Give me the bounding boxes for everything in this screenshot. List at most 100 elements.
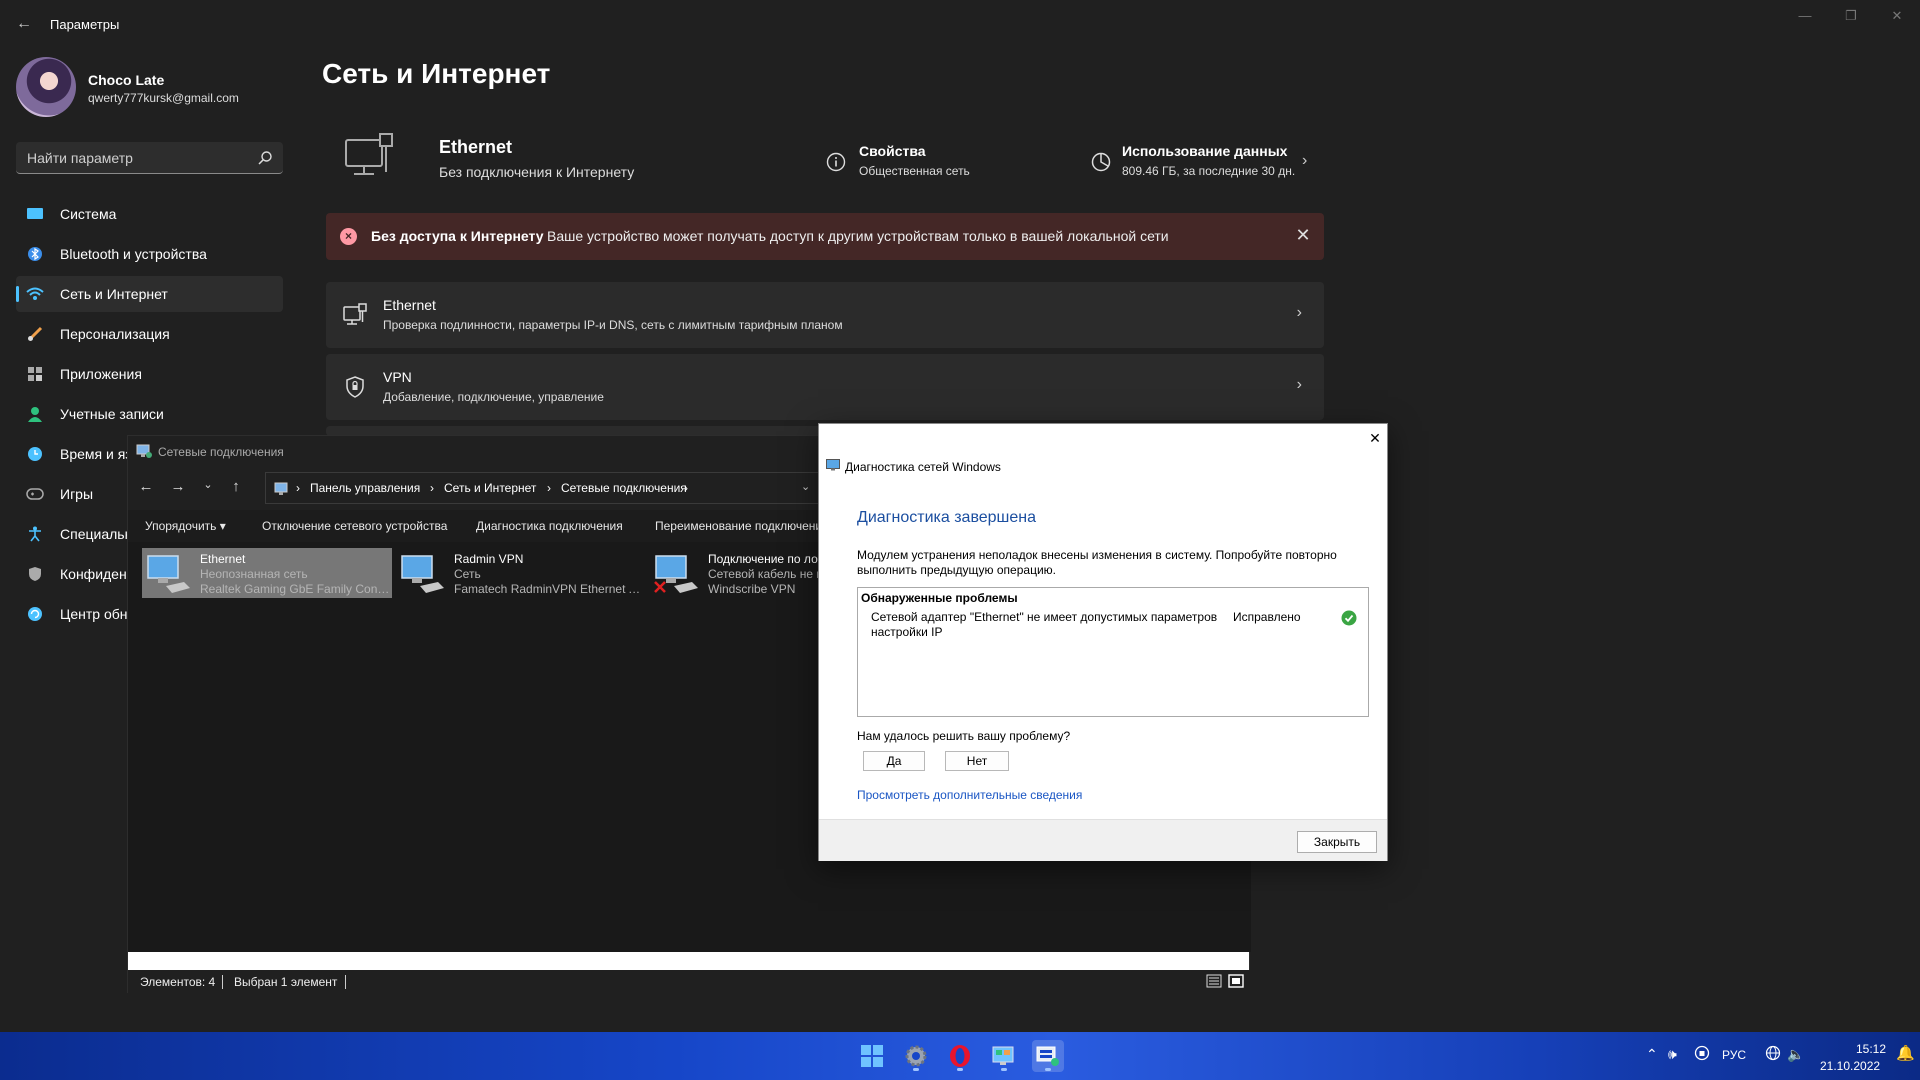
- banner-text: Ваше устройство может получать доступ к …: [547, 228, 1169, 244]
- card-title: VPN: [383, 369, 412, 385]
- speaker-icon[interactable]: 🕪: [1668, 1046, 1677, 1063]
- no-button[interactable]: Нет: [945, 751, 1009, 771]
- ethernet-status: Без подключения к Интернету: [439, 164, 635, 180]
- minimize-button[interactable]: —: [1790, 8, 1820, 28]
- vpn-tray-icon[interactable]: [1694, 1045, 1710, 1061]
- clock-time[interactable]: 15:12: [1856, 1042, 1886, 1056]
- no-internet-banner: × Без доступа к Интернету Ваше устройств…: [326, 213, 1324, 260]
- chevron-right-icon: ›: [1296, 304, 1302, 321]
- status-divider: [345, 975, 346, 989]
- forward-arrow-icon[interactable]: →: [168, 478, 188, 498]
- network-connections-icon[interactable]: [1032, 1040, 1064, 1072]
- connection-status: Неопознанная сеть: [200, 567, 308, 581]
- vpn-settings-card[interactable]: VPN Добавление, подключение, управление …: [326, 354, 1324, 420]
- data-usage-icon[interactable]: [1090, 151, 1112, 173]
- running-indicator: [1045, 1068, 1051, 1071]
- card-subtitle: Проверка подлинности, параметры IP-и DNS…: [383, 318, 843, 332]
- bluetooth-icon: [26, 245, 44, 263]
- notification-bell-icon[interactable]: 🔔: [1896, 1044, 1915, 1062]
- connection-name: Подключение по ло: [708, 552, 818, 566]
- address-bar[interactable]: › Панель управления › Сеть и Интернет › …: [265, 472, 825, 504]
- close-icon[interactable]: ✕: [1292, 225, 1314, 247]
- windows-start-icon[interactable]: [856, 1040, 888, 1072]
- sidebar-item-network[interactable]: Сеть и Интернет: [16, 276, 283, 312]
- details-view-icon[interactable]: [1206, 974, 1222, 988]
- sidebar-item-label: Сеть и Интернет: [60, 286, 168, 302]
- connection-item-ethernet[interactable]: Ethernet Неопознанная сеть Realtek Gamin…: [142, 548, 392, 598]
- explorer-title: Сетевые подключения: [158, 445, 284, 459]
- close-window-button[interactable]: ✕: [1882, 8, 1912, 28]
- page-title: Сеть и Интернет: [322, 58, 551, 89]
- yes-button[interactable]: Да: [863, 751, 925, 771]
- network-adapter-icon: [400, 552, 446, 596]
- sidebar-item-bluetooth[interactable]: Bluetooth и устройства: [16, 236, 283, 272]
- connection-name: Ethernet: [200, 552, 246, 566]
- chevron-down-icon[interactable]: ⌄: [801, 480, 810, 493]
- apps-icon: [26, 365, 44, 383]
- maximize-button[interactable]: ❐: [1836, 8, 1866, 28]
- clock-date[interactable]: 21.10.2022: [1820, 1059, 1880, 1073]
- connection-item-radmin-vpn[interactable]: Radmin VPN Сеть Famatech RadminVPN Ether…: [396, 548, 646, 598]
- volume-icon[interactable]: 🔈: [1787, 1046, 1804, 1063]
- recent-dropdown-icon[interactable]: ⌄: [198, 478, 218, 498]
- user-name: Choco Late: [88, 72, 165, 88]
- breadcrumb-separator: ›: [296, 481, 300, 495]
- dialog-description: Модулем устранения неполадок внесены изм…: [857, 548, 1337, 577]
- control-panel-icon[interactable]: [988, 1040, 1020, 1072]
- ethernet-monitor-icon: [344, 132, 396, 182]
- network-connections-icon: [136, 444, 152, 458]
- shield-icon: [26, 565, 44, 583]
- disable-device-button[interactable]: Отключение сетевого устройства: [262, 519, 447, 533]
- organize-label: Упорядочить: [145, 519, 217, 533]
- close-button[interactable]: Закрыть: [1297, 831, 1377, 853]
- items-count: Элементов: 4: [140, 975, 216, 989]
- settings-gear-icon[interactable]: [900, 1040, 932, 1072]
- breadcrumb-separator: ›: [684, 481, 688, 495]
- chevron-right-icon: ›: [1296, 376, 1302, 393]
- gamepad-icon: [26, 485, 44, 503]
- running-indicator: [913, 1068, 919, 1071]
- search-icon[interactable]: [257, 150, 273, 166]
- banner-title: Без доступа к Интернету: [371, 228, 544, 244]
- running-indicator: [957, 1068, 963, 1071]
- properties-link[interactable]: Свойства: [859, 143, 926, 159]
- more-details-link[interactable]: Просмотреть дополнительные сведения: [857, 788, 1082, 802]
- network-globe-icon[interactable]: [1765, 1045, 1781, 1061]
- avatar[interactable]: [16, 57, 76, 117]
- rename-connection-button[interactable]: Переименование подключения: [655, 519, 829, 533]
- data-usage-text: 809.46 ГБ, за последние 30 дн.: [1122, 164, 1296, 178]
- search-input[interactable]: Найти параметр: [16, 142, 283, 174]
- brush-icon: [26, 325, 44, 343]
- control-panel-icon: [274, 482, 290, 496]
- error-icon: ×: [340, 228, 357, 245]
- close-icon[interactable]: ✕: [1367, 430, 1383, 446]
- ethernet-settings-card[interactable]: Ethernet Проверка подлинности, параметры…: [326, 282, 1324, 348]
- dialog-window-title: Диагностика сетей Windows: [845, 460, 1001, 474]
- back-arrow-icon[interactable]: ←: [12, 12, 36, 36]
- breadcrumb-network-connections[interactable]: Сетевые подключения: [561, 481, 687, 495]
- diagnose-connection-button[interactable]: Диагностика подключения: [476, 519, 623, 533]
- data-usage-link[interactable]: Использование данных: [1122, 143, 1287, 159]
- chevron-up-icon[interactable]: ⌃: [1646, 1046, 1658, 1063]
- chevron-right-icon[interactable]: ›: [1302, 152, 1307, 170]
- search-placeholder: Найти параметр: [27, 150, 133, 166]
- sidebar-item-apps[interactable]: Приложения: [16, 356, 283, 392]
- resolved-question: Нам удалось решить вашу проблему?: [857, 729, 1071, 743]
- up-arrow-icon[interactable]: ↑: [226, 478, 246, 498]
- back-arrow-icon[interactable]: ←: [136, 478, 156, 498]
- breadcrumb-network-internet[interactable]: Сеть и Интернет: [444, 481, 536, 495]
- dialog-footer: Закрыть: [819, 819, 1387, 861]
- connection-status: Сетевой кабель не п: [708, 567, 823, 581]
- breadcrumb-control-panel[interactable]: Панель управления: [310, 481, 420, 495]
- info-icon[interactable]: [826, 152, 846, 172]
- connection-adapter: Famatech RadminVPN Ethernet A...: [454, 582, 644, 596]
- sidebar-item-system[interactable]: Система: [16, 196, 283, 232]
- language-indicator[interactable]: РУС: [1722, 1048, 1746, 1062]
- organize-button[interactable]: Упорядочить ▾: [145, 519, 226, 533]
- sidebar-item-label: Система: [60, 206, 117, 222]
- large-icons-view-icon[interactable]: [1228, 974, 1244, 988]
- sidebar-item-personalization[interactable]: Персонализация: [16, 316, 283, 352]
- sidebar-item-accounts[interactable]: Учетные записи: [16, 396, 283, 432]
- opera-icon[interactable]: [944, 1040, 976, 1072]
- ethernet-icon: [342, 302, 368, 328]
